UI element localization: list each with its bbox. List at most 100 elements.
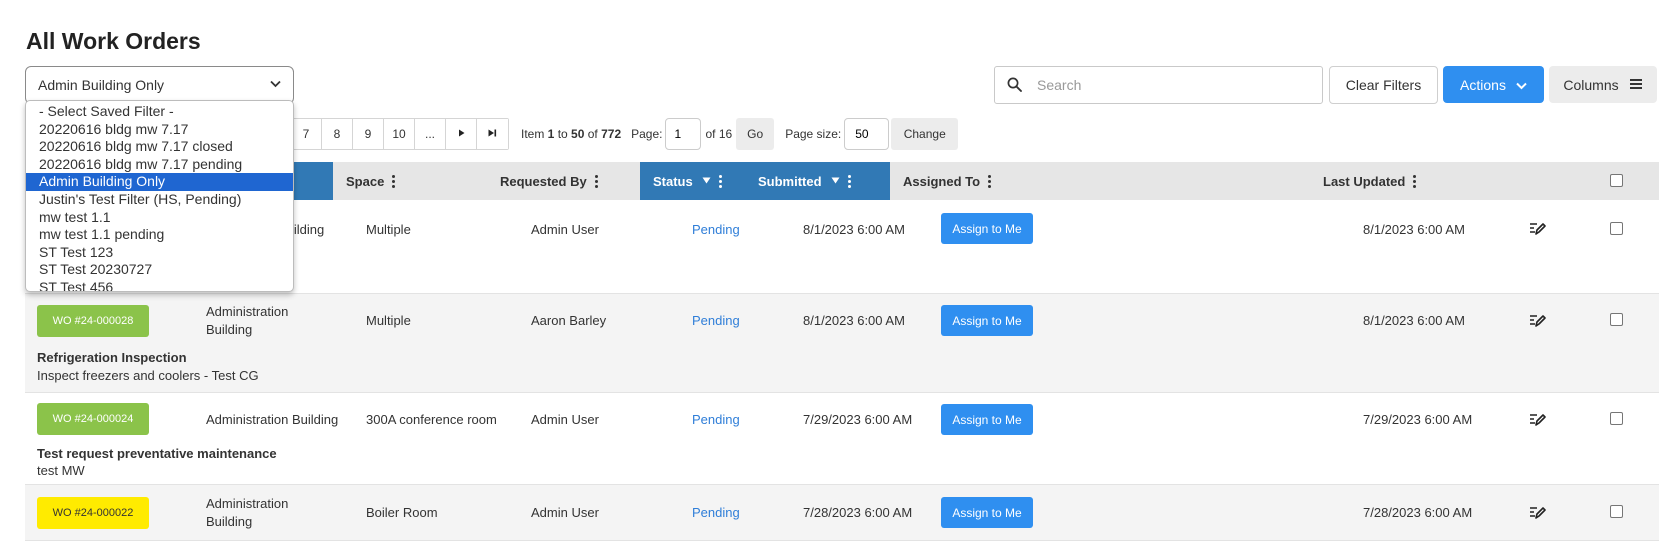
status-link[interactable]: Pending	[692, 221, 740, 239]
table-row: WO #24-000022 Administration Building Boi…	[25, 485, 1659, 541]
select-all-checkbox[interactable]	[1610, 174, 1623, 187]
edit-icon[interactable]	[1528, 503, 1546, 524]
status-link[interactable]: Pending	[692, 411, 740, 429]
requested-by-cell: Admin User	[531, 222, 599, 237]
last-updated-cell: 7/28/2023 6:00 AM	[1363, 505, 1473, 520]
page-button[interactable]: 10	[384, 119, 415, 149]
edit-icon[interactable]	[1528, 311, 1546, 332]
change-button[interactable]: Change	[891, 118, 959, 150]
search-box[interactable]	[994, 66, 1323, 104]
skip-end-icon	[488, 129, 497, 139]
submitted-cell: 7/29/2023 6:00 AM	[803, 412, 913, 427]
column-header-status[interactable]: Status	[640, 162, 745, 200]
filter-option[interactable]: mw test 1.1 pending	[26, 226, 293, 244]
column-menu-icon[interactable]	[718, 174, 722, 188]
filter-option[interactable]: Justin's Test Filter (HS, Pending)	[26, 191, 293, 209]
pagination: 7 8 9 10 ... Item 1 to 50 of 772 Page: o…	[290, 118, 959, 150]
go-button[interactable]: Go	[736, 118, 775, 150]
work-order-badge[interactable]: WO #24-000022	[37, 497, 149, 529]
page-size-input[interactable]	[844, 118, 890, 150]
actions-button[interactable]: Actions	[1443, 66, 1544, 103]
filter-option[interactable]: - Select Saved Filter -	[26, 103, 293, 121]
last-updated-cell: 8/1/2023 6:00 AM	[1363, 313, 1465, 328]
saved-filter-selected: Admin Building Only	[38, 77, 165, 93]
assign-to-me-button[interactable]: Assign to Me	[941, 497, 1033, 528]
row-checkbox[interactable]	[1610, 222, 1623, 235]
row-checkbox[interactable]	[1610, 505, 1623, 518]
space-cell: Boiler Room	[366, 505, 438, 520]
edit-icon[interactable]	[1528, 219, 1546, 240]
table-row: WO #24-000024 Administration Building 30…	[25, 393, 1659, 485]
submitted-cell: 8/1/2023 6:00 AM	[803, 313, 905, 328]
last-page-button[interactable]	[477, 119, 508, 149]
submitted-cell: 7/28/2023 6:00 AM	[803, 505, 913, 520]
column-menu-icon[interactable]	[847, 174, 851, 188]
sort-descending-icon	[702, 176, 711, 186]
columns-label: Columns	[1563, 76, 1619, 93]
filter-option[interactable]: ST Test 20230727	[26, 261, 293, 279]
chevron-down-icon	[1516, 77, 1527, 93]
edit-icon[interactable]	[1528, 410, 1546, 431]
work-order-badge[interactable]: WO #24-000024	[37, 403, 149, 435]
column-header-requested-by[interactable]: Requested By	[487, 162, 640, 200]
column-header-space[interactable]: Space	[333, 162, 487, 200]
last-updated-cell: 7/29/2023 6:00 AM	[1363, 412, 1473, 427]
page-button-ellipsis[interactable]: ...	[415, 119, 446, 149]
clear-filters-button[interactable]: Clear Filters	[1329, 66, 1438, 104]
play-icon	[458, 129, 465, 139]
last-updated-cell: 8/1/2023 6:00 AM	[1363, 222, 1465, 237]
work-order-description: Inspect freezers and coolers - Test CG	[37, 368, 259, 383]
assign-to-me-button[interactable]: Assign to Me	[941, 305, 1033, 336]
work-order-title: Refrigeration Inspection	[37, 350, 187, 365]
work-order-title: Test request preventative maintenance	[37, 446, 277, 461]
filter-option-selected[interactable]: Admin Building Only	[26, 173, 293, 191]
work-order-description: test MW	[37, 463, 85, 478]
row-checkbox[interactable]	[1610, 412, 1623, 425]
search-input[interactable]	[1035, 76, 1305, 94]
sort-descending-icon	[831, 176, 840, 186]
column-menu-icon[interactable]	[392, 174, 396, 188]
actions-label: Actions	[1460, 76, 1506, 93]
assign-to-me-button[interactable]: Assign to Me	[941, 213, 1033, 244]
column-header-last-updated[interactable]: Last Updated	[1310, 162, 1510, 200]
column-menu-icon[interactable]	[594, 174, 598, 188]
requested-by-cell: Aaron Barley	[531, 313, 607, 328]
building-cell: Administration Building	[206, 496, 289, 529]
filter-option[interactable]: 20220616 bldg mw 7.17 closed	[26, 138, 293, 156]
building-cell: Administration Building	[206, 304, 289, 337]
page-buttons: 7 8 9 10 ...	[290, 118, 509, 150]
item-range: Item 1 to 50 of 772	[521, 127, 622, 141]
status-link[interactable]: Pending	[692, 312, 740, 330]
assign-to-me-button[interactable]: Assign to Me	[941, 404, 1033, 435]
page-number-input[interactable]	[665, 118, 702, 150]
saved-filter-select[interactable]: Admin Building Only	[25, 66, 294, 104]
table-row: WO #24-000028 Administration Building Mul…	[25, 294, 1659, 393]
submitted-cell: 8/1/2023 6:00 AM	[803, 222, 905, 237]
column-menu-icon[interactable]	[988, 174, 992, 188]
filter-option[interactable]: 20220616 bldg mw 7.17 pending	[26, 156, 293, 174]
column-menu-icon[interactable]	[1413, 174, 1417, 188]
column-header-submitted[interactable]: Submitted	[745, 162, 890, 200]
saved-filter-dropdown: - Select Saved Filter - 20220616 bldg mw…	[25, 100, 294, 292]
space-cell: 300A conference room	[366, 412, 497, 427]
page-button[interactable]: 7	[291, 119, 322, 149]
page-button[interactable]: 9	[353, 119, 384, 149]
filter-option[interactable]: mw test 1.1	[26, 209, 293, 227]
columns-button[interactable]: Columns	[1549, 66, 1657, 103]
page-button[interactable]: 8	[322, 119, 353, 149]
requested-by-cell: Admin User	[531, 505, 599, 520]
row-checkbox[interactable]	[1610, 313, 1623, 326]
column-header-assigned-to[interactable]: Assigned To	[890, 162, 1310, 200]
page-title: All Work Orders	[26, 28, 201, 54]
next-page-button[interactable]	[446, 119, 477, 149]
page-label: Page:	[631, 127, 663, 141]
page-size-label: Page size:	[785, 127, 842, 141]
status-link[interactable]: Pending	[692, 504, 740, 522]
filter-option[interactable]: ST Test 123	[26, 244, 293, 262]
page-count: of 16	[705, 127, 733, 141]
requested-by-cell: Admin User	[531, 412, 599, 427]
space-cell: Multiple	[366, 313, 411, 328]
work-order-badge[interactable]: WO #24-000028	[37, 305, 149, 337]
filter-option[interactable]: ST Test 456	[26, 279, 293, 291]
filter-option[interactable]: 20220616 bldg mw 7.17	[26, 121, 293, 139]
